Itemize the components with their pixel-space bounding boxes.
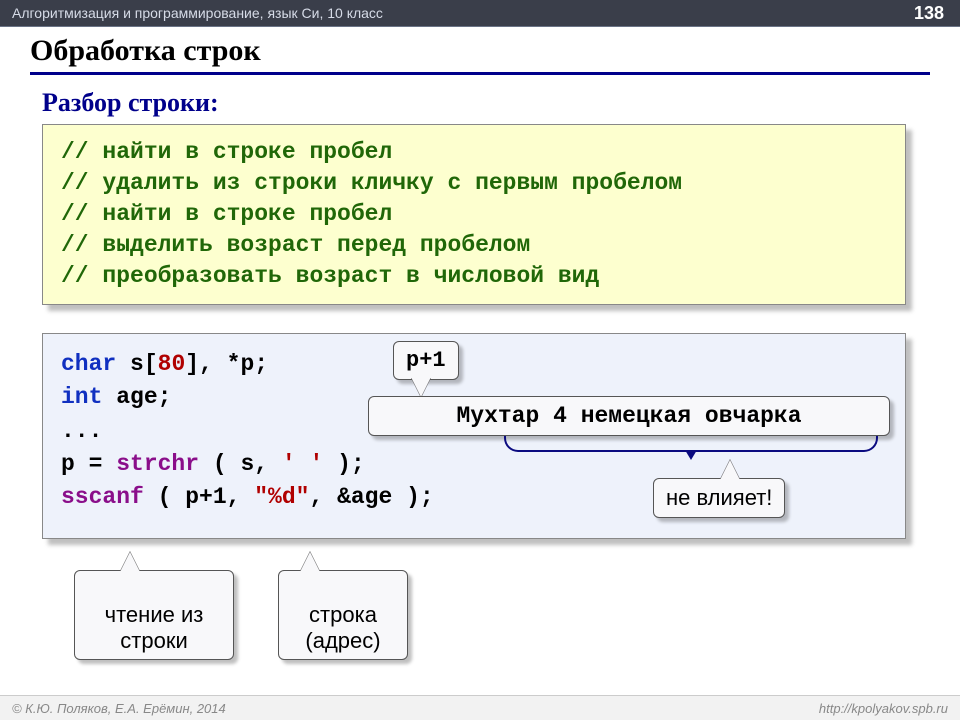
- callout-tail: [120, 552, 140, 572]
- footer-right: http://kpolyakov.spb.ru: [819, 701, 948, 716]
- brace-icon: [504, 436, 878, 452]
- page-title: Обработка строк: [30, 34, 930, 75]
- comment-line: // найти в строке пробел: [61, 201, 392, 227]
- fn-strchr: strchr: [116, 451, 199, 477]
- fmt-d: "%d": [254, 484, 309, 510]
- breadcrumb: Алгоритмизация и программирование, язык …: [12, 5, 383, 21]
- code-text: s[: [116, 351, 157, 377]
- footer: © К.Ю. Поляков, Е.А. Ерёмин, 2014 http:/…: [0, 695, 960, 720]
- str-space: ' ': [282, 451, 323, 477]
- callout-read-from-string: чтение из строки: [74, 570, 234, 660]
- page-number: 138: [914, 3, 948, 24]
- callout-label: Мухтар 4 немецкая овчарка: [456, 403, 801, 429]
- code-text: age;: [102, 384, 171, 410]
- callout-label: p+1: [406, 348, 446, 373]
- section-heading: Разбор строки:: [42, 88, 219, 118]
- comment-line: // выделить возраст перед пробелом: [61, 232, 530, 258]
- num-80: 80: [158, 351, 186, 377]
- callout-string-addr: строка (адрес): [278, 570, 408, 660]
- callout-tail: [411, 377, 431, 397]
- callout-p-plus-1: p+1: [393, 341, 459, 380]
- comment-block: // найти в строке пробел // удалить из с…: [42, 124, 906, 305]
- slide: Алгоритмизация и программирование, язык …: [0, 0, 960, 720]
- callout-label: чтение из строки: [105, 602, 204, 652]
- callout-no-effect: не влияет!: [653, 478, 785, 518]
- callout-label: не влияет!: [666, 485, 772, 510]
- code-text: ], *p;: [185, 351, 268, 377]
- fn-sscanf: sscanf: [61, 484, 144, 510]
- comment-line: // преобразовать возраст в числовой вид: [61, 263, 599, 289]
- kw-char: char: [61, 351, 116, 377]
- code-text: ...: [61, 418, 102, 444]
- callout-tail: [300, 552, 320, 572]
- callout-label: строка (адрес): [305, 602, 380, 652]
- comment-line: // удалить из строки кличку с первым про…: [61, 170, 682, 196]
- footer-left: © К.Ю. Поляков, Е.А. Ерёмин, 2014: [12, 701, 226, 716]
- comment-line: // найти в строке пробел: [61, 139, 392, 165]
- callout-example-string: Мухтар 4 немецкая овчарка: [368, 396, 890, 436]
- callout-tail: [720, 460, 740, 480]
- code-text: p =: [61, 451, 116, 477]
- code-text: , &age );: [309, 484, 433, 510]
- code-text: ( p+1,: [144, 484, 254, 510]
- kw-int: int: [61, 384, 102, 410]
- code-text: ( s,: [199, 451, 282, 477]
- header-bar: Алгоритмизация и программирование, язык …: [0, 0, 960, 27]
- code-text: );: [323, 451, 364, 477]
